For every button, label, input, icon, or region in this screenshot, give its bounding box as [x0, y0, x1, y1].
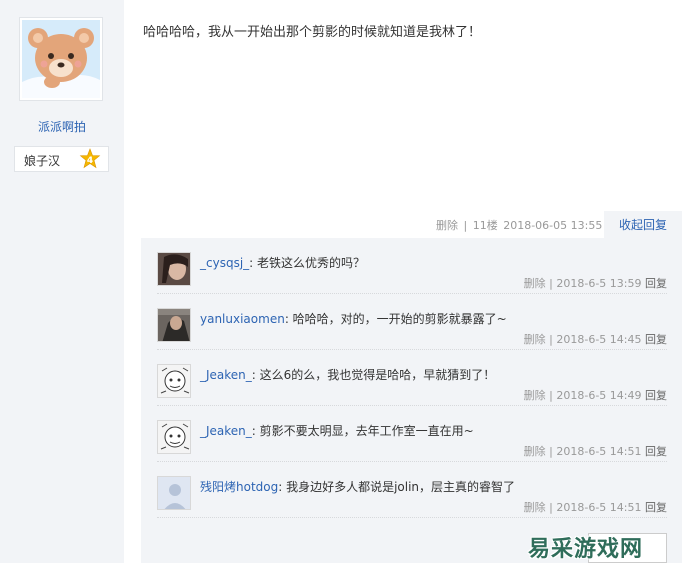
reply-avatar[interactable] — [157, 364, 191, 398]
reply-username[interactable]: _Jeaken_ — [200, 368, 252, 382]
bear-avatar-image — [22, 20, 100, 98]
reply-button[interactable]: 回复 — [645, 445, 667, 458]
collapse-reply-button[interactable]: 收起回复 — [604, 211, 682, 239]
reply-avatar[interactable] — [157, 252, 191, 286]
reply-delete-link[interactable]: 删除 — [524, 445, 546, 458]
reply-avatar[interactable] — [157, 476, 191, 510]
post-delete-link[interactable]: 删除 — [436, 219, 458, 232]
reply-meta: 删除 | 2018-6-5 13:59 回复 — [524, 275, 667, 291]
reply-item: _Jeaken_: 这么6的么，我也觉得是哈哈，早就猜到了！ 删除 | 2018… — [157, 350, 667, 406]
reply-delete-link[interactable]: 删除 — [524, 501, 546, 514]
reply-text: yanluxiaomen: 哈哈哈，对的，一开始的剪影就暴露了~ — [200, 310, 507, 327]
reply-meta: 删除 | 2018-6-5 14:51 回复 — [524, 499, 667, 515]
post-timestamp: 2018-06-05 13:55 — [503, 219, 603, 232]
post-meta: 删除 | 11楼 2018-06-05 13:55 — [436, 217, 604, 233]
reply-delete-link[interactable]: 删除 — [524, 333, 546, 346]
reply-item: _cysqsj_: 老铁这么优秀的吗？ 删除 | 2018-6-5 13:59 … — [157, 238, 667, 294]
reply-username[interactable]: 残阳烤hotdog — [200, 480, 278, 494]
reply-text: _Jeaken_: 剪影不要太明显，去年工作室一直在用~ — [200, 422, 474, 439]
reply-username[interactable]: _Jeaken_ — [200, 424, 252, 438]
reply-content: : 我身边好多人都说是jolin，层主真的睿智了 — [278, 480, 516, 494]
reply-timestamp: 2018-6-5 14:49 — [556, 389, 642, 402]
author-level-badge[interactable]: 娘子汉 4 — [14, 146, 109, 172]
meta-separator: | — [549, 277, 553, 290]
reply-button[interactable]: 回复 — [645, 389, 667, 402]
reply-timestamp: 2018-6-5 13:59 — [556, 277, 642, 290]
reply-timestamp: 2018-6-5 14:51 — [556, 445, 642, 458]
reply-item: 残阳烤hotdog: 我身边好多人都说是jolin，层主真的睿智了 删除 | 2… — [157, 462, 667, 518]
reply-username[interactable]: yanluxiaomen — [200, 312, 285, 326]
reply-text: 残阳烤hotdog: 我身边好多人都说是jolin，层主真的睿智了 — [200, 478, 515, 495]
reply-meta: 删除 | 2018-6-5 14:45 回复 — [524, 331, 667, 347]
reply-delete-link[interactable]: 删除 — [524, 277, 546, 290]
reply-content: : 老铁这么优秀的吗？ — [249, 256, 366, 270]
reply-button[interactable]: 回复 — [645, 333, 667, 346]
reply-button[interactable]: 回复 — [645, 501, 667, 514]
level-star-icon: 4 — [79, 148, 101, 170]
reply-text: _cysqsj_: 老铁这么优秀的吗？ — [200, 254, 365, 271]
author-sidebar: 派派啊拍 娘子汉 4 — [0, 0, 124, 563]
meta-separator: | — [549, 445, 553, 458]
reply-avatar[interactable] — [157, 308, 191, 342]
author-avatar[interactable] — [19, 17, 103, 101]
reply-list: _cysqsj_: 老铁这么优秀的吗？ 删除 | 2018-6-5 13:59 … — [141, 238, 682, 563]
reply-meta: 删除 | 2018-6-5 14:49 回复 — [524, 387, 667, 403]
meta-separator: | — [549, 333, 553, 346]
reply-content: : 这么6的么，我也觉得是哈哈，早就猜到了！ — [251, 368, 496, 382]
reply-content: : 剪影不要太明显，去年工作室一直在用~ — [251, 424, 474, 438]
reply-username[interactable]: _cysqsj_ — [200, 256, 249, 270]
level-name: 娘子汉 — [24, 154, 61, 168]
reply-content: : 哈哈哈，对的，一开始的剪影就暴露了~ — [284, 312, 507, 326]
reply-timestamp: 2018-6-5 14:45 — [556, 333, 642, 346]
reply-delete-link[interactable]: 删除 — [524, 389, 546, 402]
author-username[interactable]: 派派啊拍 — [0, 118, 124, 135]
post-content: 哈哈哈哈，我从一开始出那个剪影的时候就知道是我林了！ — [143, 25, 482, 40]
reply-timestamp: 2018-6-5 14:51 — [556, 501, 642, 514]
reply-item: _Jeaken_: 剪影不要太明显，去年工作室一直在用~ 删除 | 2018-6… — [157, 406, 667, 462]
reply-meta: 删除 | 2018-6-5 14:51 回复 — [524, 443, 667, 459]
meta-separator: | — [463, 219, 468, 232]
meta-separator: | — [549, 501, 553, 514]
reply-text: _Jeaken_: 这么6的么，我也觉得是哈哈，早就猜到了！ — [200, 366, 495, 383]
level-number: 4 — [87, 156, 93, 166]
reply-button[interactable]: 回复 — [645, 277, 667, 290]
site-watermark: 易采游戏网 — [528, 536, 644, 562]
reply-avatar[interactable] — [157, 420, 191, 454]
post-floor: 11楼 — [472, 219, 498, 232]
reply-item: yanluxiaomen: 哈哈哈，对的，一开始的剪影就暴露了~ 删除 | 20… — [157, 294, 667, 350]
meta-separator: | — [549, 389, 553, 402]
